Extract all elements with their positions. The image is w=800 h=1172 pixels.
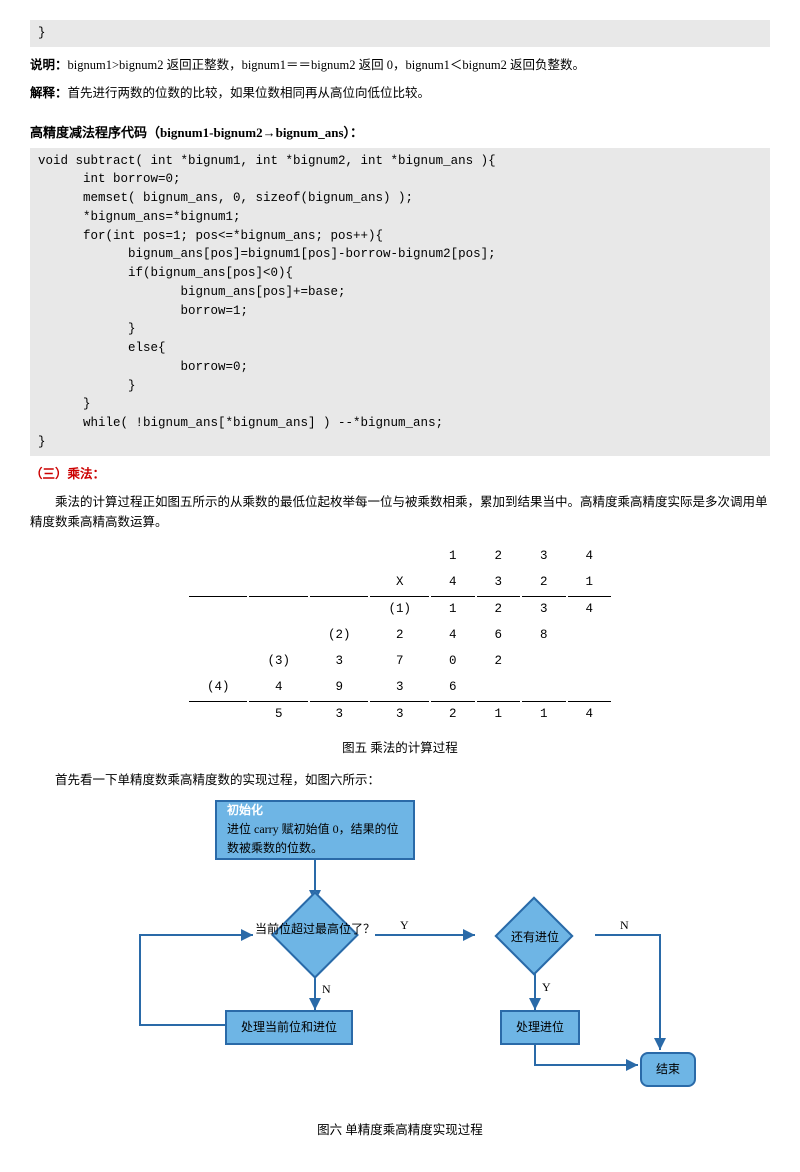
table-row: X4321	[189, 570, 611, 594]
note-label-2: 解释：	[30, 86, 68, 100]
flow-end: 结束	[640, 1052, 696, 1087]
label-n: N	[322, 980, 331, 999]
flowchart: 初始化 进位 carry 赋初始值 0，结果的位数被乘数的位数。 当前位超过最高…	[80, 800, 720, 1100]
flow-init-title: 初始化	[227, 801, 263, 820]
code-block-compare-end: }	[30, 20, 770, 47]
table-row: (2)2468	[189, 623, 611, 647]
note-text-2: 首先进行两数的位数的比较，如果位数相同再从高位向低位比较。	[68, 86, 431, 100]
flow-init-box: 初始化 进位 carry 赋初始值 0，结果的位数被乘数的位数。	[215, 800, 415, 860]
note-shuoming: 说明：bignum1>bignum2 返回正整数，bignum1＝＝bignum…	[30, 55, 770, 75]
table-row: (1)1234	[189, 596, 611, 621]
multiplication-table: 1234 X4321 (1)1234 (2)2468 (3)3702 (4)49…	[187, 542, 613, 728]
mult-paragraph: 乘法的计算过程正如图五所示的从乘数的最低位起枚举每一位与被乘数相乘，累加到结果当…	[30, 492, 770, 532]
label-y: Y	[400, 916, 409, 935]
note-jieshi: 解释：首先进行两数的位数的比较，如果位数相同再从高位向低位比较。	[30, 83, 770, 103]
figure-5-caption: 图五 乘法的计算过程	[30, 738, 770, 758]
label-y-2: Y	[542, 978, 551, 997]
code-block-subtract: void subtract( int *bignum1, int *bignum…	[30, 148, 770, 456]
table-row: 1234	[189, 544, 611, 568]
section-subtract-title: 高精度减法程序代码（bignum1-bignum2→bignum_ans）：	[30, 123, 770, 144]
flow-process-2: 处理进位	[500, 1010, 580, 1045]
mult-paragraph-2: 首先看一下单精度数乘高精度数的实现过程，如图六所示：	[30, 770, 770, 790]
flow-diamond-1-label: 当前位超过最高位了？	[245, 920, 385, 939]
label-n-2: N	[620, 916, 629, 935]
figure-6-caption: 图六 单精度乘高精度实现过程	[30, 1120, 770, 1140]
note-text: bignum1>bignum2 返回正整数，bignum1＝＝bignum2 返…	[68, 58, 585, 72]
table-row: (3)3702	[189, 649, 611, 673]
section-mult-title: （三）乘法：	[30, 464, 770, 484]
note-label: 说明：	[30, 58, 68, 72]
flow-init-text: 进位 carry 赋初始值 0，结果的位数被乘数的位数。	[227, 820, 403, 858]
flow-diamond-2-label: 还有进位	[465, 928, 605, 947]
table-row: (4)4936	[189, 675, 611, 699]
table-row: 5332114	[189, 701, 611, 726]
flow-process-1: 处理当前位和进位	[225, 1010, 353, 1045]
